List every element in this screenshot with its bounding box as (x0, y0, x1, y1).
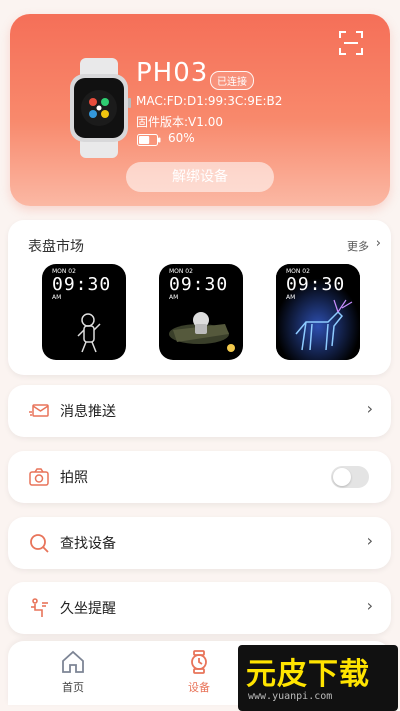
face-ampm: AM (52, 294, 62, 301)
sitting-person-icon (31, 598, 48, 617)
chevron-right-icon[interactable]: › (376, 236, 381, 251)
nav-device[interactable]: 设备 (169, 649, 229, 699)
watch-icon (191, 650, 207, 674)
toggle-knob (333, 468, 351, 486)
camera-icon (29, 468, 49, 486)
connection-status-badge: 已连接 (210, 71, 254, 90)
face-ampm: AM (169, 294, 179, 301)
search-icon (30, 534, 49, 553)
mac-address: MAC:FD:D1:99:3C:9E:B2 (136, 94, 283, 108)
unbind-device-button[interactable]: 解绑设备 (126, 162, 274, 192)
market-title: 表盘市场 (28, 239, 84, 255)
battery-percentage: 60% (168, 131, 195, 145)
watermark-text: 元皮下载 (246, 657, 370, 692)
nav-device-label: 设备 (188, 681, 210, 694)
message-push-row[interactable]: 消息推送 › (8, 385, 391, 437)
watch-face-item[interactable]: MON 02 09:30 AM (42, 264, 126, 360)
nav-home-label: 首页 (62, 681, 84, 694)
face-time: 09:30 (169, 274, 229, 295)
face-time: 09:30 (286, 274, 346, 295)
market-more-link[interactable]: 更多 (347, 238, 369, 254)
device-name: PH03 (136, 58, 209, 88)
watermark-url: www.yuanpi.com (248, 691, 333, 702)
chevron-right-icon: › (366, 531, 373, 550)
message-icon (29, 404, 49, 417)
chevron-right-icon: › (366, 596, 373, 615)
watermark-logo: 元皮下载 www.yuanpi.com (238, 645, 398, 711)
chevron-right-icon: › (366, 399, 373, 418)
watch-face-item[interactable]: MON 02 09:30 AM (159, 264, 243, 360)
home-icon (62, 650, 84, 673)
watch-image (70, 58, 131, 158)
message-push-label: 消息推送 (60, 404, 116, 420)
firmware-version: 固件版本:V1.00 (136, 115, 223, 129)
sedentary-reminder-label: 久坐提醒 (60, 601, 116, 617)
camera-toggle[interactable] (331, 466, 369, 488)
watch-face-market: 表盘市场 更多 › MON 02 09:30 AM MON 02 09:30 A… (8, 220, 391, 375)
camera-label: 拍照 (60, 470, 88, 486)
sedentary-reminder-row[interactable]: 久坐提醒 › (8, 582, 391, 634)
device-card: PH03 已连接 MAC:FD:D1:99:3C:9E:B2 固件版本:V1.0… (10, 14, 390, 206)
nav-home[interactable]: 首页 (43, 649, 103, 699)
watch-face-item[interactable]: MON 02 09:30 AM (276, 264, 360, 360)
scan-icon[interactable] (338, 30, 364, 56)
find-device-label: 查找设备 (60, 536, 116, 552)
face-ampm: AM (286, 294, 296, 301)
face-time: 09:30 (52, 274, 112, 295)
camera-row[interactable]: 拍照 (8, 451, 391, 503)
battery-icon (137, 134, 161, 146)
find-device-row[interactable]: 查找设备 › (8, 517, 391, 569)
